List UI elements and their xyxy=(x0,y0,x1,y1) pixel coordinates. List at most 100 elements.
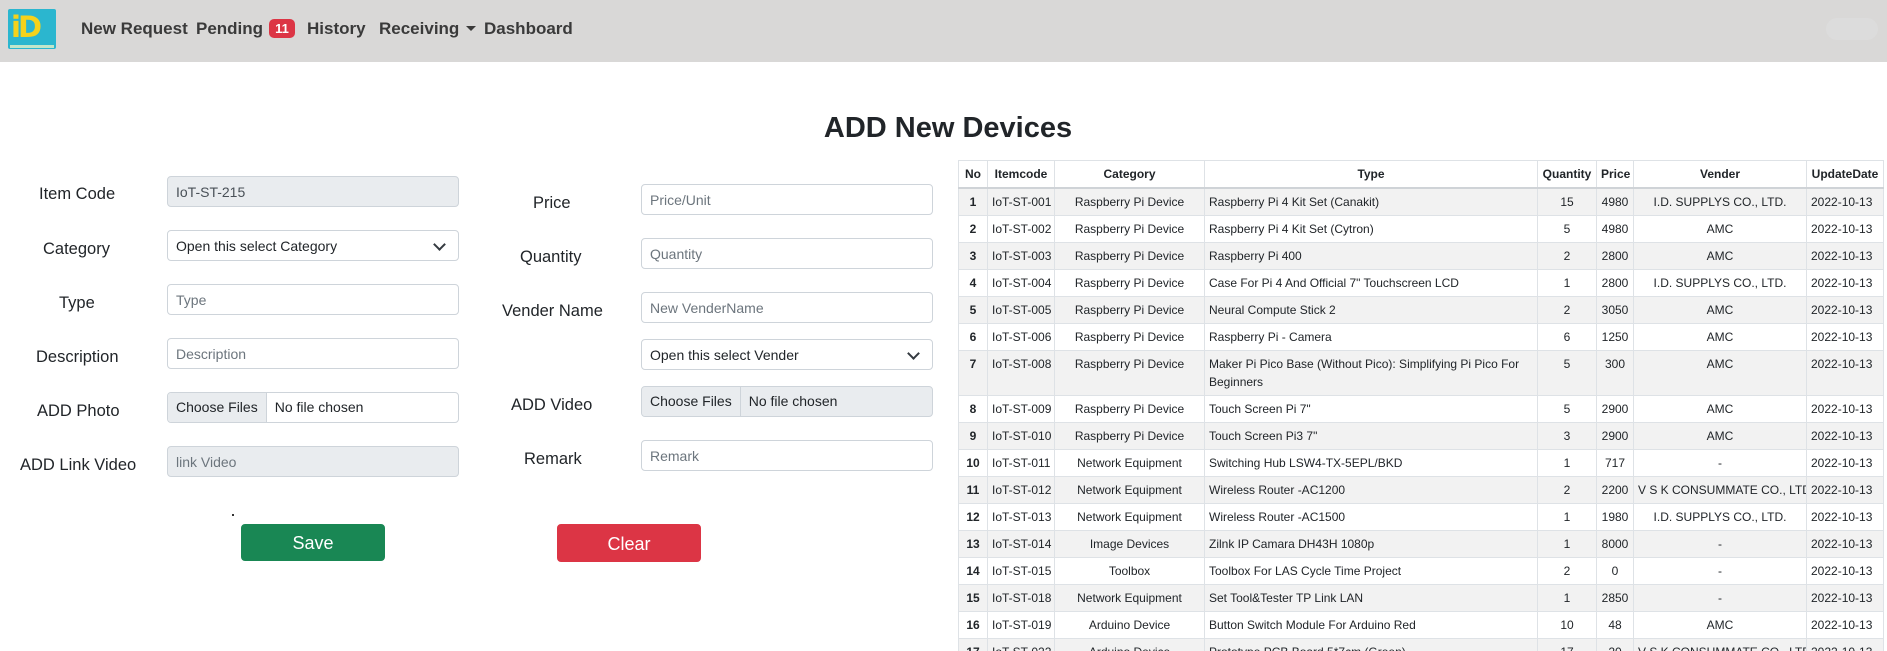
column-header[interactable]: Quantity xyxy=(1537,160,1597,189)
nav-receiving-dropdown[interactable]: Receiving xyxy=(379,19,477,39)
table-cell: AMC xyxy=(1633,242,1807,270)
table-row[interactable]: 15 IoT-ST-018 Network Equipment Set Tool&Te… xyxy=(958,584,1884,612)
table-row[interactable]: 12 IoT-ST-013 Network Equipment Wireless Ro… xyxy=(958,503,1884,531)
category-label: Category xyxy=(43,240,110,258)
nav-new-request[interactable]: New Request xyxy=(81,19,188,39)
table-cell: Maker Pi Pico Base (Without Pico): Simpl… xyxy=(1204,350,1538,396)
table-cell: 12 xyxy=(958,503,988,531)
quantity-input[interactable]: Quantity xyxy=(641,238,933,269)
photo-file-status: No file chosen xyxy=(274,399,364,415)
table-cell: 2022-10-13 xyxy=(1806,269,1884,297)
price-label: Price xyxy=(533,194,571,212)
video-choose-files-button[interactable]: Choose Files xyxy=(642,387,741,416)
link-video-input[interactable]: link Video xyxy=(167,446,459,477)
logo-icon: iD xyxy=(11,10,42,44)
table-cell: 2022-10-13 xyxy=(1806,449,1884,477)
table-cell: 5 xyxy=(1537,215,1597,243)
nav-receiving-label: Receiving xyxy=(379,19,460,38)
chevron-down-icon xyxy=(433,238,446,251)
table-cell: 15 xyxy=(1537,187,1597,216)
table-cell: AMC xyxy=(1633,323,1807,351)
table-row[interactable]: 3 IoT-ST-003 Raspberry Pi Device Raspberry … xyxy=(958,242,1884,270)
photo-file-input[interactable]: Choose Files No file chosen xyxy=(167,392,459,423)
column-header[interactable]: Type xyxy=(1204,160,1538,189)
table-cell: 1 xyxy=(1537,449,1597,477)
table-row[interactable]: 5 IoT-ST-005 Raspberry Pi Device Neural Com… xyxy=(958,296,1884,324)
table-cell: 13 xyxy=(958,530,988,558)
vender-select[interactable]: Open this select Vender xyxy=(641,339,933,370)
save-button[interactable]: Save xyxy=(241,524,385,561)
category-select[interactable]: Open this select Category xyxy=(167,230,459,261)
nav-history[interactable]: History xyxy=(307,19,366,39)
table-cell: 10 xyxy=(958,449,988,477)
table-row[interactable]: 10 IoT-ST-011 Network Equipment Switching H… xyxy=(958,449,1884,477)
table-row[interactable]: 2 IoT-ST-002 Raspberry Pi Device Raspberry … xyxy=(958,215,1884,243)
nav-dashboard[interactable]: Dashboard xyxy=(484,19,573,39)
column-header[interactable]: No xyxy=(958,160,988,189)
table-cell: 7 xyxy=(958,350,988,396)
table-row[interactable]: 17IoT-ST-022Arduino DevicePrototype PCB … xyxy=(958,638,1884,651)
table-cell: 2022-10-13 xyxy=(1806,215,1884,243)
item-code-field[interactable]: IoT-ST-215 xyxy=(167,176,459,207)
table-cell: AMC xyxy=(1633,422,1807,450)
description-input[interactable]: Description xyxy=(167,338,459,369)
table-cell: Case For Pi 4 And Official 7" Touchscree… xyxy=(1204,269,1538,297)
column-header[interactable]: UpdateDate xyxy=(1806,160,1884,189)
table-row[interactable]: 9 IoT-ST-010 Raspberry Pi Device Touch Scre… xyxy=(958,422,1884,450)
table-cell: I.D. SUPPLYS CO., LTD. xyxy=(1633,269,1807,297)
table-cell: Button Switch Module For Arduino Red xyxy=(1204,611,1538,639)
nav-pending[interactable]: Pending 11 xyxy=(196,19,295,39)
video-file-status: No file chosen xyxy=(748,393,838,409)
table-cell: 2022-10-13 xyxy=(1806,323,1884,351)
table-cell: IoT-ST-013 xyxy=(987,503,1055,531)
table-cell: 1 xyxy=(958,187,988,216)
table-row[interactable]: 4 IoT-ST-004 Raspberry Pi Device Case For P… xyxy=(958,269,1884,297)
table-cell: IoT-ST-018 xyxy=(987,584,1055,612)
table-cell: IoT-ST-001 xyxy=(987,187,1055,216)
vender-name-input[interactable]: New VenderName xyxy=(641,292,933,323)
table-cell: 2022-10-13 xyxy=(1806,242,1884,270)
column-header[interactable]: Vender xyxy=(1633,160,1807,189)
brand-logo[interactable]: iD xyxy=(8,9,56,49)
column-header[interactable]: Category xyxy=(1054,160,1205,189)
photo-choose-files-button[interactable]: Choose Files xyxy=(168,393,267,422)
table-cell: IoT-ST-003 xyxy=(987,242,1055,270)
table-cell: 2022-10-13 xyxy=(1806,557,1884,585)
table-cell: Raspberry Pi Device xyxy=(1054,187,1205,216)
table-cell: Raspberry Pi Device xyxy=(1054,296,1205,324)
price-input[interactable]: Price/Unit xyxy=(641,184,933,215)
table-cell: Prototype PCB Board 5*7cm (Green) xyxy=(1204,638,1538,651)
table-cell: 5 xyxy=(1537,350,1597,396)
clear-button[interactable]: Clear xyxy=(557,524,701,562)
table-row[interactable]: 14 IoT-ST-015 Toolbox Toolbox For LAS Cycle… xyxy=(958,557,1884,585)
user-menu-toggle[interactable] xyxy=(1826,18,1878,40)
table-row[interactable]: 6 IoT-ST-006 Raspberry Pi Device Raspberry … xyxy=(958,323,1884,351)
table-row[interactable]: 13 IoT-ST-014 Image Devices Zilnk IP Camara… xyxy=(958,530,1884,558)
table-cell: Toolbox For LAS Cycle Time Project xyxy=(1204,557,1538,585)
table-cell: Raspberry Pi Device xyxy=(1054,269,1205,297)
table-cell: Neural Compute Stick 2 xyxy=(1204,296,1538,324)
remark-input[interactable]: Remark xyxy=(641,440,933,471)
table-cell: Network Equipment xyxy=(1054,503,1205,531)
table-cell: V S K CONSUMMATE CO., LTD. xyxy=(1633,476,1807,504)
item-code-label: Item Code xyxy=(39,185,116,203)
table-cell: 2900 xyxy=(1596,422,1634,450)
table-cell: Network Equipment xyxy=(1054,476,1205,504)
table-cell: IoT-ST-005 xyxy=(987,296,1055,324)
table-row[interactable]: 11 IoT-ST-012 Network Equipment Wireless Ro… xyxy=(958,476,1884,504)
table-cell: I.D. SUPPLYS CO., LTD. xyxy=(1633,503,1807,531)
type-input[interactable]: Type xyxy=(167,284,459,315)
table-cell: 2 xyxy=(1537,296,1597,324)
table-row[interactable]: 1 IoT-ST-001 Raspberry Pi Device Raspberry … xyxy=(958,187,1884,216)
table-cell: 2022-10-13 xyxy=(1806,638,1884,651)
top-navbar: iD New Request Pending 11 History Receivi… xyxy=(0,0,1887,62)
video-file-input[interactable]: Choose Files No file chosen xyxy=(641,386,933,417)
table-cell: 2022-10-13 xyxy=(1806,395,1884,423)
table-cell: 2800 xyxy=(1596,269,1634,297)
devices-table-container[interactable]: No Itemcode Category Type Quantity Price… xyxy=(958,160,1887,651)
column-header[interactable]: Itemcode xyxy=(987,160,1055,189)
table-row[interactable]: 8 IoT-ST-009 Raspberry Pi Device Touch Scre… xyxy=(958,395,1884,423)
table-row[interactable]: 7 IoT-ST-008 Raspberry Pi Device Maker Pi P… xyxy=(958,350,1884,396)
table-row[interactable]: 16 IoT-ST-019 Arduino Device Button Switch … xyxy=(958,611,1884,639)
column-header[interactable]: Price xyxy=(1596,160,1634,189)
